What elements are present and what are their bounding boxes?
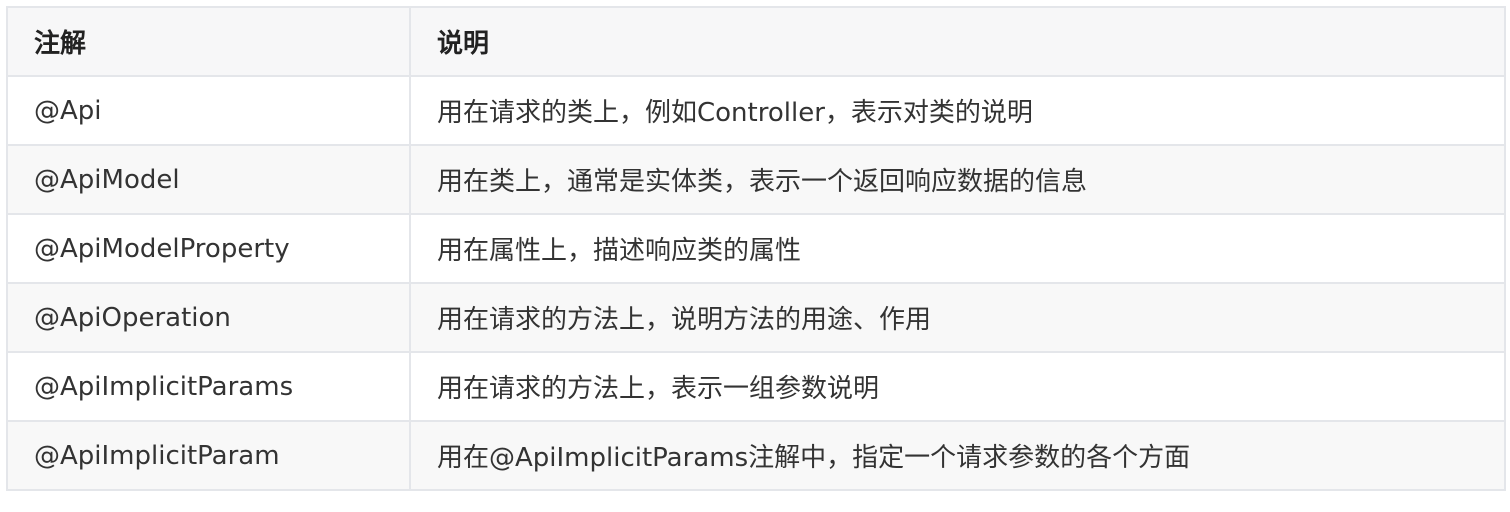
- table-row: @ApiModelProperty 用在属性上，描述响应类的属性: [6, 213, 1506, 284]
- description-cell: 用在@ApiImplicitParams注解中，指定一个请求参数的各个方面: [409, 420, 1506, 491]
- description-cell: 用在请求的类上，例如Controller，表示对类的说明: [409, 75, 1506, 146]
- description-cell: 用在类上，通常是实体类，表示一个返回响应数据的信息: [409, 144, 1506, 215]
- annotation-cell: @Api: [6, 75, 411, 146]
- annotation-cell: @ApiImplicitParam: [6, 420, 411, 491]
- table-row: @ApiImplicitParam 用在@ApiImplicitParams注解中…: [6, 420, 1506, 491]
- annotation-cell: @ApiImplicitParams: [6, 351, 411, 422]
- table-header-row: 注解 说明: [6, 6, 1506, 77]
- description-cell: 用在请求的方法上，说明方法的用途、作用: [409, 282, 1506, 353]
- annotation-cell: @ApiModel: [6, 144, 411, 215]
- header-description: 说明: [409, 6, 1506, 77]
- table-row: @ApiOperation 用在请求的方法上，说明方法的用途、作用: [6, 282, 1506, 353]
- table-row: @ApiModel 用在类上，通常是实体类，表示一个返回响应数据的信息: [6, 144, 1506, 215]
- description-cell: 用在请求的方法上，表示一组参数说明: [409, 351, 1506, 422]
- table-row: @Api 用在请求的类上，例如Controller，表示对类的说明: [6, 75, 1506, 146]
- table-row: @ApiImplicitParams 用在请求的方法上，表示一组参数说明: [6, 351, 1506, 422]
- description-cell: 用在属性上，描述响应类的属性: [409, 213, 1506, 284]
- annotation-cell: @ApiModelProperty: [6, 213, 411, 284]
- header-annotation: 注解: [6, 6, 411, 77]
- annotation-table: 注解 说明 @Api 用在请求的类上，例如Controller，表示对类的说明 @…: [6, 6, 1506, 491]
- annotation-cell: @ApiOperation: [6, 282, 411, 353]
